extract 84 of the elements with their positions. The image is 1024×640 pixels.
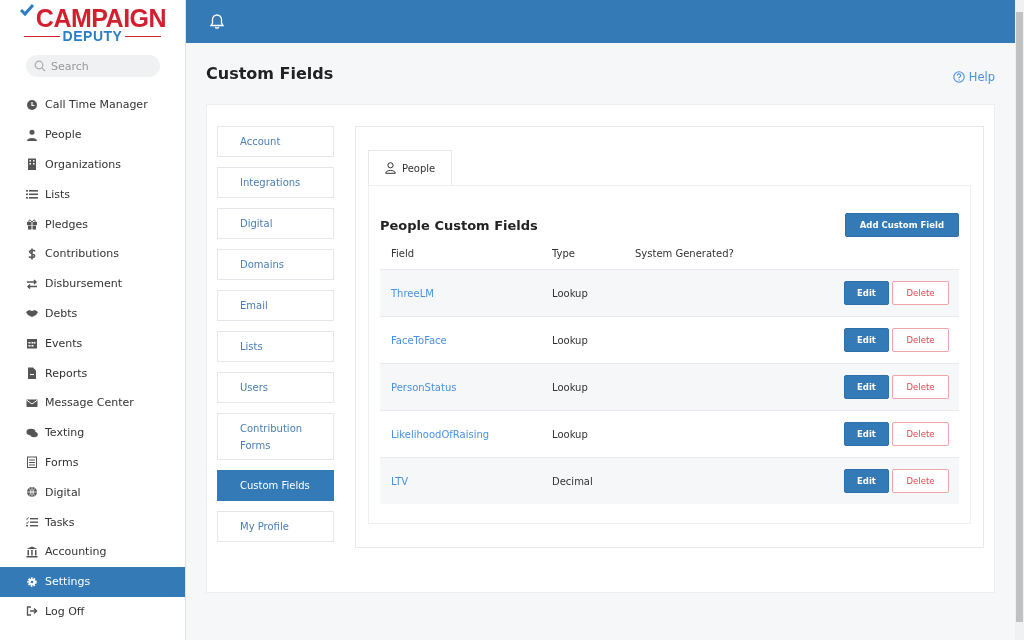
sidebar-item[interactable]: Forms <box>0 447 185 478</box>
delete-button[interactable]: Delete <box>892 281 949 305</box>
sidebar-item[interactable]: Reports <box>0 358 185 388</box>
person-outline-icon <box>385 162 396 174</box>
delete-button[interactable]: Delete <box>892 375 949 399</box>
delete-button[interactable]: Delete <box>892 328 949 352</box>
field-link[interactable]: ThreeLM <box>391 287 434 299</box>
search-field[interactable]: Search <box>26 55 160 77</box>
checklist-icon <box>26 516 38 529</box>
sidebar-item[interactable]: Log Off <box>0 596 185 627</box>
settings-nav-item[interactable]: Email <box>217 290 334 321</box>
column-header: System Generated? <box>635 247 735 259</box>
sidebar-item[interactable]: Events <box>0 328 185 359</box>
settings-nav-item[interactable]: Digital <box>217 208 334 239</box>
sign-out-icon <box>26 605 38 618</box>
edit-button[interactable]: Edit <box>844 375 889 399</box>
sidebar-item[interactable]: Message Center <box>0 387 185 418</box>
table-cell-text: Lookup <box>552 287 589 299</box>
field-link[interactable]: LikelihoodOfRaising <box>391 428 490 440</box>
settings-nav-item[interactable]: Account <box>217 126 334 157</box>
search-icon <box>34 60 46 72</box>
settings-nav-item[interactable]: Contribution Forms <box>217 413 334 460</box>
sidebar-item[interactable]: Lists <box>0 179 185 210</box>
field-link[interactable]: PersonStatus <box>391 381 457 393</box>
table-cell-text: Decimal <box>552 475 594 487</box>
checkmark-icon <box>18 3 35 17</box>
globe-icon <box>26 486 38 499</box>
scrollbar-thumb[interactable] <box>1016 12 1023 622</box>
list-icon <box>26 188 38 201</box>
edit-button[interactable]: Edit <box>844 469 889 493</box>
sidebar-item[interactable]: Debts <box>0 298 185 329</box>
settings-nav-item[interactable]: Lists <box>217 331 334 362</box>
section-title: People Custom Fields <box>380 217 538 233</box>
field-link[interactable]: FaceToFace <box>391 334 447 346</box>
sidebar-item[interactable]: Contributions <box>0 239 185 269</box>
document-icon <box>26 367 38 380</box>
sidebar-item[interactable]: Accounting <box>0 536 185 567</box>
page-title: Custom Fields <box>206 64 334 83</box>
edit-button[interactable]: Edit <box>844 281 889 305</box>
edit-button[interactable]: Edit <box>844 328 889 352</box>
settings-nav-item[interactable]: Custom Fields <box>217 470 334 501</box>
column-header: Field <box>391 247 416 259</box>
calendar-icon <box>26 337 38 350</box>
delete-button[interactable]: Delete <box>892 469 949 493</box>
gift-icon <box>26 218 38 231</box>
logo-rule <box>23 36 60 37</box>
logo-rule <box>125 36 162 37</box>
exchange-icon <box>26 277 38 290</box>
dollar-icon <box>26 247 38 260</box>
field-link[interactable]: LTV <box>391 475 409 487</box>
settings-nav-item[interactable]: Integrations <box>217 167 334 198</box>
sidebar-item[interactable]: People <box>0 119 185 150</box>
sidebar-item[interactable]: Settings <box>0 566 185 597</box>
add-custom-field-button[interactable]: Add Custom Field <box>844 213 959 237</box>
sidebar-item[interactable]: Pledges <box>0 209 185 239</box>
column-header: Type <box>552 247 576 259</box>
sidebar-item[interactable]: Tasks <box>0 507 185 537</box>
chat-icon <box>26 426 38 439</box>
scrollbar[interactable] <box>1015 0 1024 640</box>
logo-wordmark: CAMPAIGN <box>35 6 167 30</box>
person-icon <box>26 128 38 141</box>
sidebar-item[interactable]: Digital <box>0 477 185 508</box>
settings-nav-item[interactable]: Domains <box>217 249 334 280</box>
sidebar-item[interactable]: Texting <box>0 417 185 448</box>
tab[interactable]: People <box>368 150 453 185</box>
sidebar-item[interactable]: Call Time Manager <box>0 90 185 120</box>
table-cell-text: Lookup <box>552 428 589 440</box>
delete-button[interactable]: Delete <box>892 422 949 446</box>
table-cell-text: Lookup <box>552 334 589 346</box>
form-icon <box>26 456 38 469</box>
logo-subtitle: DEPUTY <box>62 30 123 43</box>
edit-button[interactable]: Edit <box>844 422 889 446</box>
settings-icon <box>26 575 38 588</box>
bank-icon <box>26 545 38 558</box>
help-icon <box>952 70 965 83</box>
building-icon <box>26 158 38 171</box>
sidebar-item[interactable]: Organizations <box>0 149 185 180</box>
settings-nav-item[interactable]: Users <box>217 372 334 403</box>
help-link[interactable]: Help <box>952 69 995 84</box>
bell-icon[interactable] <box>209 13 225 30</box>
sidebar-item[interactable]: Disbursement <box>0 268 185 299</box>
settings-nav-item[interactable]: My Profile <box>217 511 334 542</box>
clock-icon <box>26 98 38 111</box>
table-cell-text: Lookup <box>552 381 589 393</box>
